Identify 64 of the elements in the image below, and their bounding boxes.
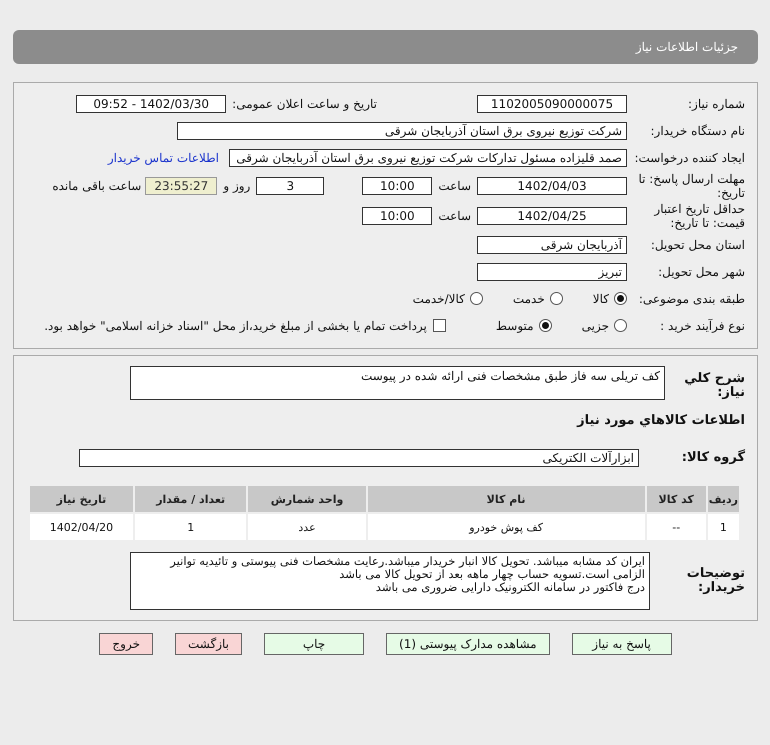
field-label: تاریخ و ساعت اعلان عمومی: <box>232 96 377 110</box>
table-cell: 1402/04/20 <box>29 513 134 541</box>
buyer-contact-link[interactable]: اطلاعات تماس خریدار <box>108 150 219 164</box>
table-cell: -- <box>646 513 707 541</box>
field-label: روز و <box>223 179 250 193</box>
field-value: 3 <box>256 177 324 195</box>
field-value: 10:00 <box>362 177 432 195</box>
countdown-field: 23:55:27 <box>145 177 218 195</box>
field-value: 1102005090000075 <box>477 94 627 112</box>
field-label: شهر محل تحویل: <box>657 264 746 278</box>
action-button[interactable]: خروج <box>99 633 153 655</box>
field-label: ساعت <box>438 209 471 223</box>
field-label: مهلت ارسال پاسخ: تا تاریخ: <box>637 172 746 200</box>
field-value: شرکت توزیع نیروی برق استان آذربایجان شرقی <box>177 122 627 140</box>
radio-label: متوسط <box>496 318 534 332</box>
action-button[interactable]: چاپ <box>264 633 364 655</box>
page-header: جزئیات اطلاعات نیاز <box>13 30 758 64</box>
field-label: گروه کالا: <box>680 450 746 464</box>
radio-button[interactable] <box>538 319 552 332</box>
field-value: صمد قلیزاده مسئول تدارکات شرکت توزیع نیروی برق استان آذربایجان شرقی <box>229 148 627 166</box>
field-label: نوع فرآیند خرید : <box>659 318 746 332</box>
column-header: کد کالا <box>646 485 707 513</box>
field-label: نام دستگاه خریدار: <box>650 124 746 138</box>
field-label: ایجاد کننده درخواست: <box>633 150 746 164</box>
column-header: نام کالا <box>366 485 646 513</box>
action-button[interactable]: پاسخ به نیاز <box>572 633 672 655</box>
radio-button[interactable] <box>614 319 627 332</box>
radio-button[interactable] <box>470 292 483 305</box>
field-value: 1402/03/30 - 09:52 <box>76 94 226 112</box>
radio-label: جزیی <box>582 318 609 332</box>
field-label: طبقه بندی موضوعی: <box>638 292 746 306</box>
table-cell: کف پوش خودرو <box>366 513 646 541</box>
table-cell: 1 <box>706 513 740 541</box>
field-label: حداقل تاریخ اعتبار قیمت: تا تاریخ: <box>652 202 746 230</box>
checkbox[interactable] <box>432 319 446 332</box>
checkbox-label: پرداخت تمام یا بخشی از مبلغ خرید،از محل "اسناد خزانه اسلامی" خواهد بود. <box>44 318 427 332</box>
field-label: ساعت باقی مانده <box>52 179 142 193</box>
field-value: تبریز <box>477 262 627 280</box>
field-value: 1402/04/25 <box>477 207 627 225</box>
radio-label: کالا <box>592 292 609 306</box>
radio-button[interactable] <box>550 292 563 305</box>
field-value: 1402/04/03 <box>477 177 627 195</box>
field-value: کف تریلی سه فاز طبق مشخصات فنی ارائه شده در پیوست <box>130 366 665 400</box>
field-label: توضیحات خریدار: <box>686 567 746 595</box>
field-label: شرح كلي نياز: <box>683 370 746 400</box>
field-value: 10:00 <box>362 207 432 225</box>
radio-button[interactable] <box>614 292 627 305</box>
action-button[interactable]: بازگشت <box>175 633 242 655</box>
radio-label: خدمت <box>512 292 545 306</box>
field-label: استان محل تحویل: <box>650 238 746 252</box>
buyer-notes: ایران کد مشابه میباشد. تحویل کالا انبار خریدار میباشد.رعایت مشخصات فنی پیوستی و تائیدیه توانیر الزامی است.تسویه حساب چهار ماهه بعد از تحویل کالا می باشد درج فاکتور در سامانه الکترونیک دارایی ضروری می باشد <box>130 552 650 610</box>
column-header: واحد شمارش <box>247 485 367 513</box>
radio-label: کالا/خدمت <box>412 292 465 306</box>
column-header: تعداد / مقدار <box>134 485 248 513</box>
table-cell: 1 <box>134 513 248 541</box>
section-title: اطلاعات كالاهاي مورد نياز <box>577 414 746 428</box>
column-header: ردیف <box>706 485 740 513</box>
field-label: شماره نیاز: <box>687 96 746 110</box>
action-button[interactable]: مشاهده مدارک پیوستی (1) <box>386 633 550 655</box>
field-label: ساعت <box>438 179 471 193</box>
column-header: تاریخ نیاز <box>29 485 134 513</box>
field-value: ابزارآلات الکتریکی <box>79 448 639 466</box>
table-cell: عدد <box>247 513 367 541</box>
field-value: آذربایجان شرقی <box>477 236 627 254</box>
